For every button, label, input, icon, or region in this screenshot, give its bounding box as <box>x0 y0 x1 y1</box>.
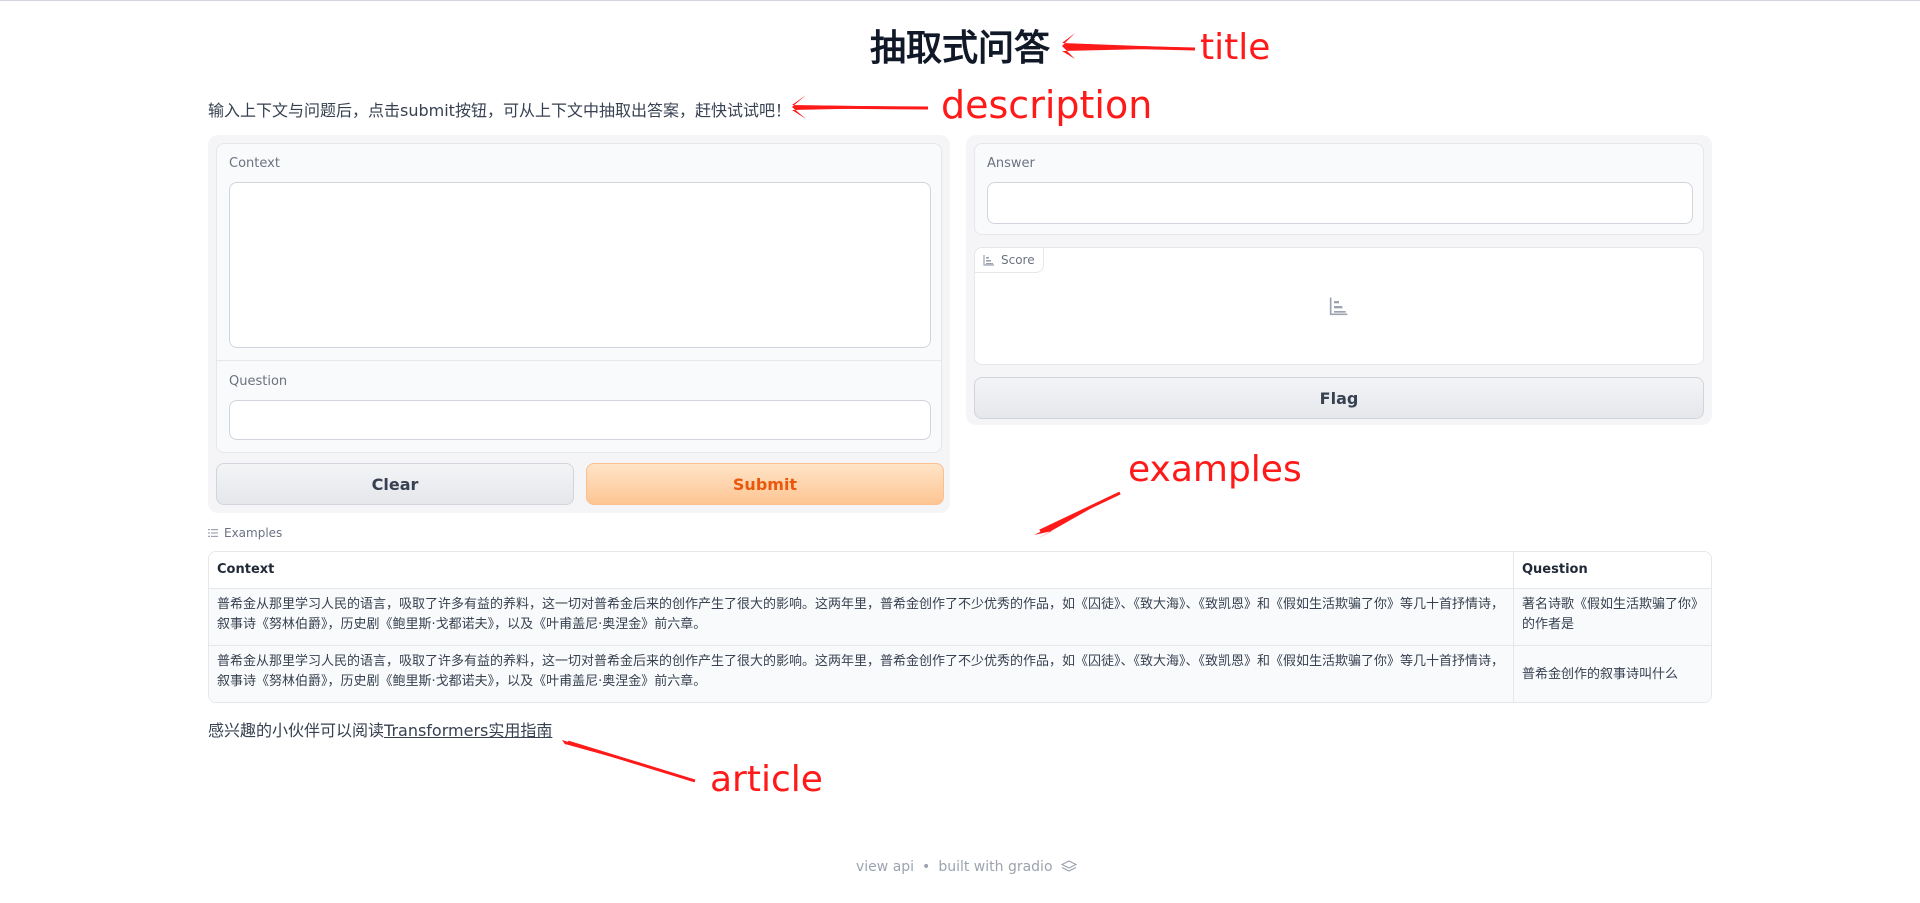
article-annotation: article <box>710 759 823 800</box>
examples-annotation: examples <box>1128 449 1302 490</box>
title-annotation: title <box>1200 27 1271 68</box>
description-annotation: description <box>941 83 1153 127</box>
annotation-arrows <box>562 33 1196 783</box>
